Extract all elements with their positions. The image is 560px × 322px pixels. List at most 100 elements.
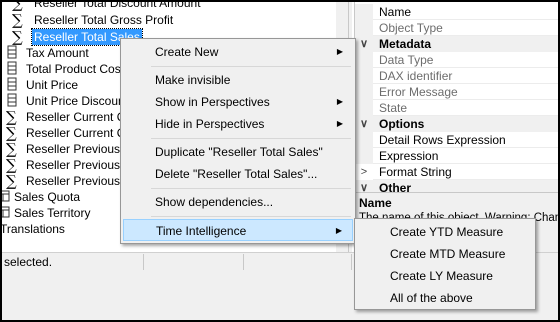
menu-separator — [151, 66, 351, 67]
property-label: Error Message — [379, 85, 458, 99]
collapse-icon[interactable]: ∨ — [355, 180, 373, 192]
submenu-item-create-ytd[interactable]: Create YTD Measure — [357, 221, 533, 243]
sigma-measure-icon: ∑ — [6, 124, 17, 142]
gutter — [355, 84, 373, 100]
sigma-measure-icon: ∑ — [6, 156, 17, 174]
menu-item-time-intelligence[interactable]: Time Intelligence ▶ — [123, 219, 353, 241]
property-row-error-message[interactable]: Error Message — [355, 84, 558, 100]
submenu-item-label: All of the above — [390, 291, 473, 305]
tree-item-label: Sales Territory — [14, 206, 91, 220]
submenu-item-label: Create LY Measure — [390, 269, 493, 283]
property-label: Object Type — [379, 21, 443, 35]
menu-item-label: Show in Perspectives — [155, 95, 270, 109]
column-icon — [6, 45, 20, 61]
gutter — [355, 148, 373, 164]
tree-item-label: Reseller Previous — [26, 142, 121, 156]
property-row-state[interactable]: State — [355, 100, 558, 116]
property-row-data-type[interactable]: Data Type — [355, 52, 558, 68]
property-row-object-type[interactable]: Object Type — [355, 20, 558, 36]
menu-item-create-new[interactable]: Create New ▶ — [123, 41, 353, 63]
gutter — [355, 20, 373, 36]
property-label: State — [379, 101, 408, 115]
menu-item-label: Time Intelligence — [156, 224, 247, 238]
tree-item-label: Tax Amount — [26, 46, 89, 60]
time-intelligence-submenu: Create YTD Measure Create MTD Measure Cr… — [354, 218, 536, 310]
table-icon — [2, 205, 12, 221]
tree-item-label: Total Product Cost — [26, 62, 125, 76]
status-cell — [244, 254, 352, 270]
tree-item-label: Unit Price — [26, 78, 79, 92]
submenu-arrow-icon: ▶ — [335, 226, 342, 235]
tree-item-label: Reseller Previous — [26, 174, 121, 188]
column-icon — [6, 61, 20, 77]
submenu-arrow-icon: ▶ — [336, 97, 343, 106]
category-label: Other — [379, 181, 412, 192]
property-row-format-string[interactable]: > Format String — [355, 164, 558, 180]
sigma-measure-icon: ∑ — [12, 2, 23, 12]
menu-item-show-in-perspectives[interactable]: Show in Perspectives ▶ — [123, 91, 353, 113]
submenu-item-all[interactable]: All of the above — [357, 287, 533, 309]
property-label: Name — [379, 5, 412, 19]
menu-item-label: Duplicate "Reseller Total Sales" — [155, 145, 323, 159]
tree-item-label: Sales Quota — [14, 190, 81, 204]
property-label: Format String — [379, 165, 452, 179]
gutter — [355, 68, 373, 84]
context-menu: Create New ▶ Make invisible Show in Pers… — [120, 38, 356, 244]
menu-item-make-invisible[interactable]: Make invisible — [123, 69, 353, 91]
table-icon — [2, 189, 12, 205]
menu-item-label: Hide in Perspectives — [155, 117, 265, 131]
submenu-item-create-mtd[interactable]: Create MTD Measure — [357, 243, 533, 265]
submenu-arrow-icon: ▶ — [336, 47, 343, 56]
property-row-detail-rows-expression[interactable]: Detail Rows Expression — [355, 132, 558, 148]
submenu-item-label: Create YTD Measure — [390, 225, 504, 239]
category-header-other[interactable]: ∨ Other — [355, 180, 558, 192]
tree-item-label: Reseller Current Q — [26, 110, 127, 124]
submenu-arrow-icon: ▶ — [336, 119, 343, 128]
column-icon — [6, 77, 20, 93]
category-header-metadata[interactable]: ∨ Metadata — [355, 36, 558, 52]
gutter — [355, 132, 373, 148]
properties-grid[interactable]: Name Object Type ∨ Metadata Data Type DA… — [354, 2, 558, 192]
category-label: Metadata — [379, 37, 432, 51]
collapse-icon[interactable]: ∨ — [355, 36, 373, 52]
property-label: Detail Rows Expression — [379, 133, 506, 147]
menu-separator — [151, 138, 351, 139]
collapse-icon[interactable]: ∨ — [355, 116, 373, 132]
menu-item-label: Create New — [155, 45, 219, 59]
menu-item-show-dependencies[interactable]: Show dependencies... — [123, 191, 353, 213]
property-label: Data Type — [379, 53, 434, 67]
menu-item-label: Make invisible — [155, 73, 231, 87]
sigma-measure-icon: ∑ — [6, 172, 17, 190]
status-selection: selected. — [2, 254, 144, 270]
category-header-options[interactable]: ∨ Options — [355, 116, 558, 132]
tree-item-label: Reseller Previous — [26, 158, 121, 172]
submenu-item-create-ly[interactable]: Create LY Measure — [357, 265, 533, 287]
menu-separator — [151, 216, 351, 217]
property-label: DAX identifier — [379, 69, 453, 83]
category-label: Options — [379, 117, 425, 131]
gutter — [355, 4, 373, 20]
submenu-item-label: Create MTD Measure — [390, 247, 506, 261]
expand-icon[interactable]: > — [355, 164, 373, 180]
tree-item-label: Reseller Total Discount Amount — [34, 2, 201, 10]
tree-item-label: Unit Price Discount — [26, 94, 129, 108]
menu-item-label: Delete "Reseller Total Sales"... — [155, 167, 318, 181]
sigma-measure-icon: ∑ — [6, 140, 17, 158]
sigma-measure-icon: ∑ — [12, 11, 23, 29]
property-row-name[interactable]: Name — [355, 4, 558, 20]
property-label: Expression — [379, 149, 439, 163]
menu-item-duplicate[interactable]: Duplicate "Reseller Total Sales" — [123, 141, 353, 163]
tree-item-label: Translations — [2, 222, 65, 236]
menu-item-delete[interactable]: Delete "Reseller Total Sales"... — [123, 163, 353, 185]
menu-separator — [151, 188, 351, 189]
menu-item-hide-in-perspectives[interactable]: Hide in Perspectives ▶ — [123, 113, 353, 135]
property-row-dax-identifier[interactable]: DAX identifier — [355, 68, 558, 84]
sigma-measure-icon: ∑ — [6, 108, 17, 126]
column-icon — [6, 93, 20, 109]
property-row-expression[interactable]: Expression — [355, 148, 558, 164]
description-title: Name — [359, 196, 392, 210]
tree-item-label: Reseller Current Q — [26, 126, 127, 140]
app-window: ∑ Reseller Total Discount Amount ∑ Resel… — [2, 2, 558, 320]
gutter — [355, 100, 373, 116]
status-cell — [144, 254, 244, 270]
